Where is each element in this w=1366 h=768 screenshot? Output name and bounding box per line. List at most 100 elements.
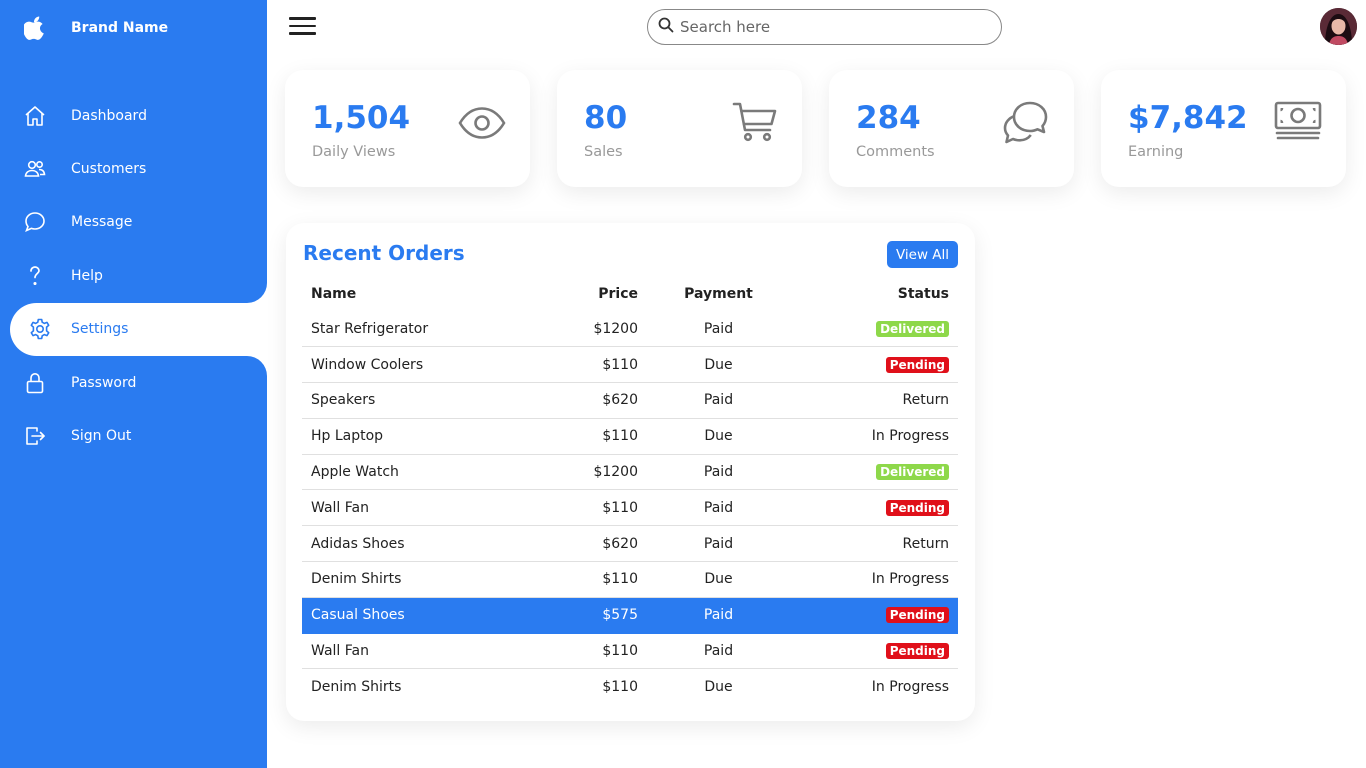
- table-row[interactable]: Denim Shirts $110 Due In Progress: [302, 561, 958, 598]
- order-name: Denim Shirts: [311, 679, 402, 696]
- status-badge: Delivered: [876, 464, 949, 481]
- table-row[interactable]: Window Coolers $110 Due Pending: [302, 346, 958, 384]
- order-price: $620: [602, 392, 638, 409]
- sidebar-item-message[interactable]: Message: [0, 196, 267, 249]
- order-name: Wall Fan: [311, 499, 369, 516]
- status-badge: Pending: [885, 643, 949, 660]
- cell-price: $620: [552, 382, 638, 419]
- sidebar-item-label: Dashboard: [71, 107, 147, 124]
- sidebar-item-help[interactable]: Help: [0, 249, 267, 302]
- signout-icon: [0, 424, 71, 448]
- table-row[interactable]: Apple Watch $1200 Paid Delivered: [302, 454, 958, 491]
- cell-payment: Paid: [638, 525, 799, 563]
- cell-payment: Due: [638, 418, 799, 455]
- chat-icon: [0, 210, 71, 234]
- order-payment: Due: [704, 571, 733, 588]
- status-badge: Pending: [885, 356, 949, 373]
- order-name: Hp Laptop: [311, 428, 384, 445]
- sidebar-item-label: Password: [71, 374, 137, 391]
- order-price: $620: [602, 535, 638, 552]
- status-badge: Pending: [885, 499, 949, 516]
- sidebar-nav: Dashboard Customers Message Help Setting…: [0, 89, 267, 463]
- stat-card-sales: 80 Sales: [557, 70, 802, 187]
- table-row[interactable]: Hp Laptop $110 Due In Progress: [302, 418, 958, 455]
- table-row[interactable]: Denim Shirts $110 Due In Progress: [302, 669, 958, 705]
- sidebar-item-label: Customers: [71, 161, 147, 178]
- cell-payment: Paid: [638, 382, 799, 419]
- status-badge: Return: [902, 392, 949, 409]
- cell-price: $110: [552, 489, 638, 527]
- status-badge: Pending: [885, 607, 949, 624]
- cell-status: Delivered: [799, 311, 958, 348]
- cell-status: Pending: [799, 597, 958, 634]
- sidebar-item-label: Message: [71, 214, 133, 231]
- stat-card-earning: $7,842 Earning: [1101, 70, 1346, 187]
- order-price: $110: [602, 643, 638, 660]
- stat-caption: Sales: [584, 144, 623, 160]
- column-header-status[interactable]: Status: [799, 276, 958, 311]
- cell-name: Star Refrigerator: [302, 311, 552, 348]
- brand[interactable]: Brand Name: [0, 8, 267, 48]
- status-badge: In Progress: [871, 679, 949, 696]
- sidebar-item-dashboard[interactable]: Dashboard: [0, 89, 267, 142]
- hamburger-line: [289, 32, 316, 35]
- cell-status: Return: [799, 382, 958, 419]
- order-payment: Paid: [703, 320, 734, 337]
- table-row[interactable]: Wall Fan $110 Paid Pending: [302, 489, 958, 527]
- avatar[interactable]: [1320, 8, 1357, 45]
- stat-value: 1,504: [312, 100, 411, 136]
- cell-price: $620: [552, 525, 638, 563]
- cell-status: In Progress: [799, 669, 958, 705]
- order-price: $1200: [593, 320, 638, 337]
- search-icon: [658, 17, 674, 37]
- order-payment: Due: [704, 428, 733, 445]
- cell-name: Adidas Shoes: [302, 525, 552, 563]
- cell-price: $110: [552, 669, 638, 705]
- stat-card-views: 1,504 Daily Views: [285, 70, 530, 187]
- order-name: Speakers: [311, 392, 376, 409]
- cell-status: In Progress: [799, 561, 958, 598]
- search-input[interactable]: [680, 18, 980, 36]
- sidebar-item-label: Settings: [71, 321, 129, 338]
- column-header-price[interactable]: Price: [552, 276, 638, 311]
- order-payment: Paid: [703, 499, 734, 516]
- sidebar-item-customers[interactable]: Customers: [0, 142, 267, 195]
- cell-payment: Paid: [638, 311, 799, 348]
- cell-payment: Paid: [638, 633, 799, 670]
- status-badge: Return: [902, 535, 949, 552]
- comments-icon: [1002, 100, 1050, 152]
- order-payment: Paid: [703, 392, 734, 409]
- sidebar-item-settings[interactable]: Settings: [10, 302, 267, 356]
- order-name: Apple Watch: [311, 464, 399, 481]
- cell-price: $110: [552, 633, 638, 670]
- recent-orders-panel: Recent Orders View All Name Price Paymen…: [286, 223, 975, 721]
- status-badge: In Progress: [871, 571, 949, 588]
- cell-payment: Paid: [638, 597, 799, 634]
- menu-toggle-button[interactable]: [289, 17, 316, 37]
- table-row[interactable]: Speakers $620 Paid Return: [302, 382, 958, 419]
- money-icon: [1274, 100, 1322, 146]
- column-header-payment[interactable]: Payment: [638, 276, 799, 311]
- order-price: $110: [602, 428, 638, 445]
- view-all-button[interactable]: View All: [887, 241, 958, 268]
- sidebar-item-password[interactable]: Password: [0, 356, 267, 409]
- table-row[interactable]: Casual Shoes $575 Paid Pending: [302, 597, 958, 634]
- stat-caption: Earning: [1128, 144, 1184, 160]
- order-name: Adidas Shoes: [311, 535, 405, 552]
- hamburger-line: [289, 24, 316, 27]
- status-badge: Delivered: [876, 320, 949, 337]
- stat-value: $7,842: [1128, 100, 1248, 136]
- table-row[interactable]: Adidas Shoes $620 Paid Return: [302, 525, 958, 563]
- table-header-row: Name Price Payment Status: [302, 276, 958, 311]
- stat-caption: Comments: [856, 144, 935, 160]
- table-row[interactable]: Star Refrigerator $1200 Paid Delivered: [302, 311, 958, 348]
- cell-status: Pending: [799, 489, 958, 527]
- sidebar-item-signout[interactable]: Sign Out: [0, 409, 267, 462]
- table-row[interactable]: Wall Fan $110 Paid Pending: [302, 633, 958, 670]
- sidebar-item-label: Sign Out: [71, 428, 132, 445]
- column-header-name[interactable]: Name: [302, 276, 552, 311]
- cell-price: $110: [552, 561, 638, 598]
- order-payment: Paid: [703, 464, 734, 481]
- cell-price: $110: [552, 346, 638, 384]
- cell-name: Denim Shirts: [302, 561, 552, 598]
